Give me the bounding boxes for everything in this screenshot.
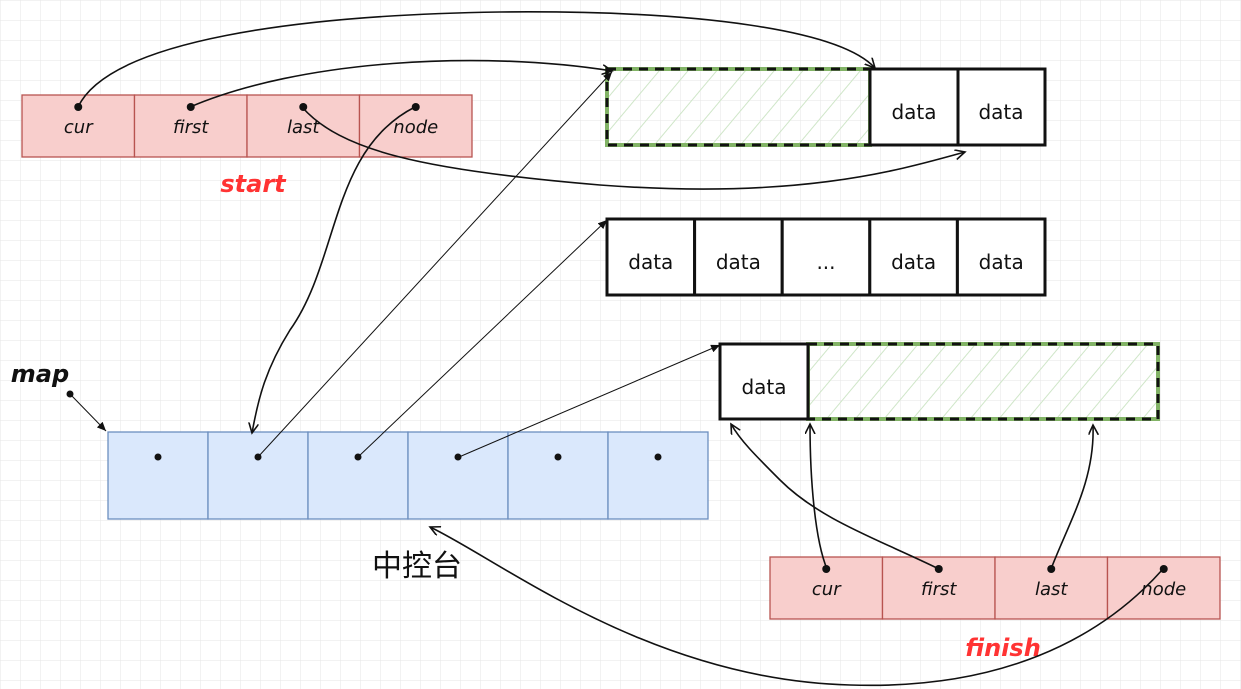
data-label: ...	[816, 250, 835, 274]
data-label: data	[979, 250, 1024, 274]
unused-space	[605, 67, 872, 147]
field-label: node	[393, 117, 438, 138]
pointer-dot	[654, 453, 662, 461]
map-caption: 中控台	[372, 549, 462, 584]
map-slot	[207, 431, 309, 520]
finish-title: finish	[965, 634, 1041, 662]
map-slot	[307, 431, 409, 520]
buffer-2: data data... data data	[605, 217, 1047, 297]
data-label: data	[978, 100, 1023, 124]
field-label: first	[173, 117, 209, 138]
pointer-dot	[154, 453, 162, 461]
data-label: data	[891, 100, 936, 124]
buffer-1: data data	[605, 67, 1047, 147]
pointer-dot	[554, 453, 562, 461]
field-label: cur	[64, 117, 94, 138]
data-label: data	[716, 250, 761, 274]
pointer-dot	[454, 453, 462, 461]
buffer-3: data	[718, 342, 1160, 421]
deque-diagram: cur first last node start data data data dat…	[0, 0, 1241, 689]
data-label: data	[741, 375, 786, 399]
map-slot	[107, 431, 209, 520]
field-label: last	[1035, 579, 1068, 600]
map-label: map	[11, 360, 69, 388]
map-slot	[507, 431, 609, 520]
field-label: first	[921, 579, 957, 600]
pointer-dot	[411, 103, 420, 111]
data-label: data	[891, 250, 936, 274]
map-slot	[407, 431, 509, 520]
start-title: start	[220, 170, 287, 198]
pointer-dot	[299, 103, 308, 111]
map-slot	[607, 431, 709, 520]
field-label: cur	[812, 579, 842, 600]
field-label: node	[1141, 579, 1186, 600]
unused-space	[806, 342, 1160, 421]
data-label: data	[628, 250, 673, 274]
